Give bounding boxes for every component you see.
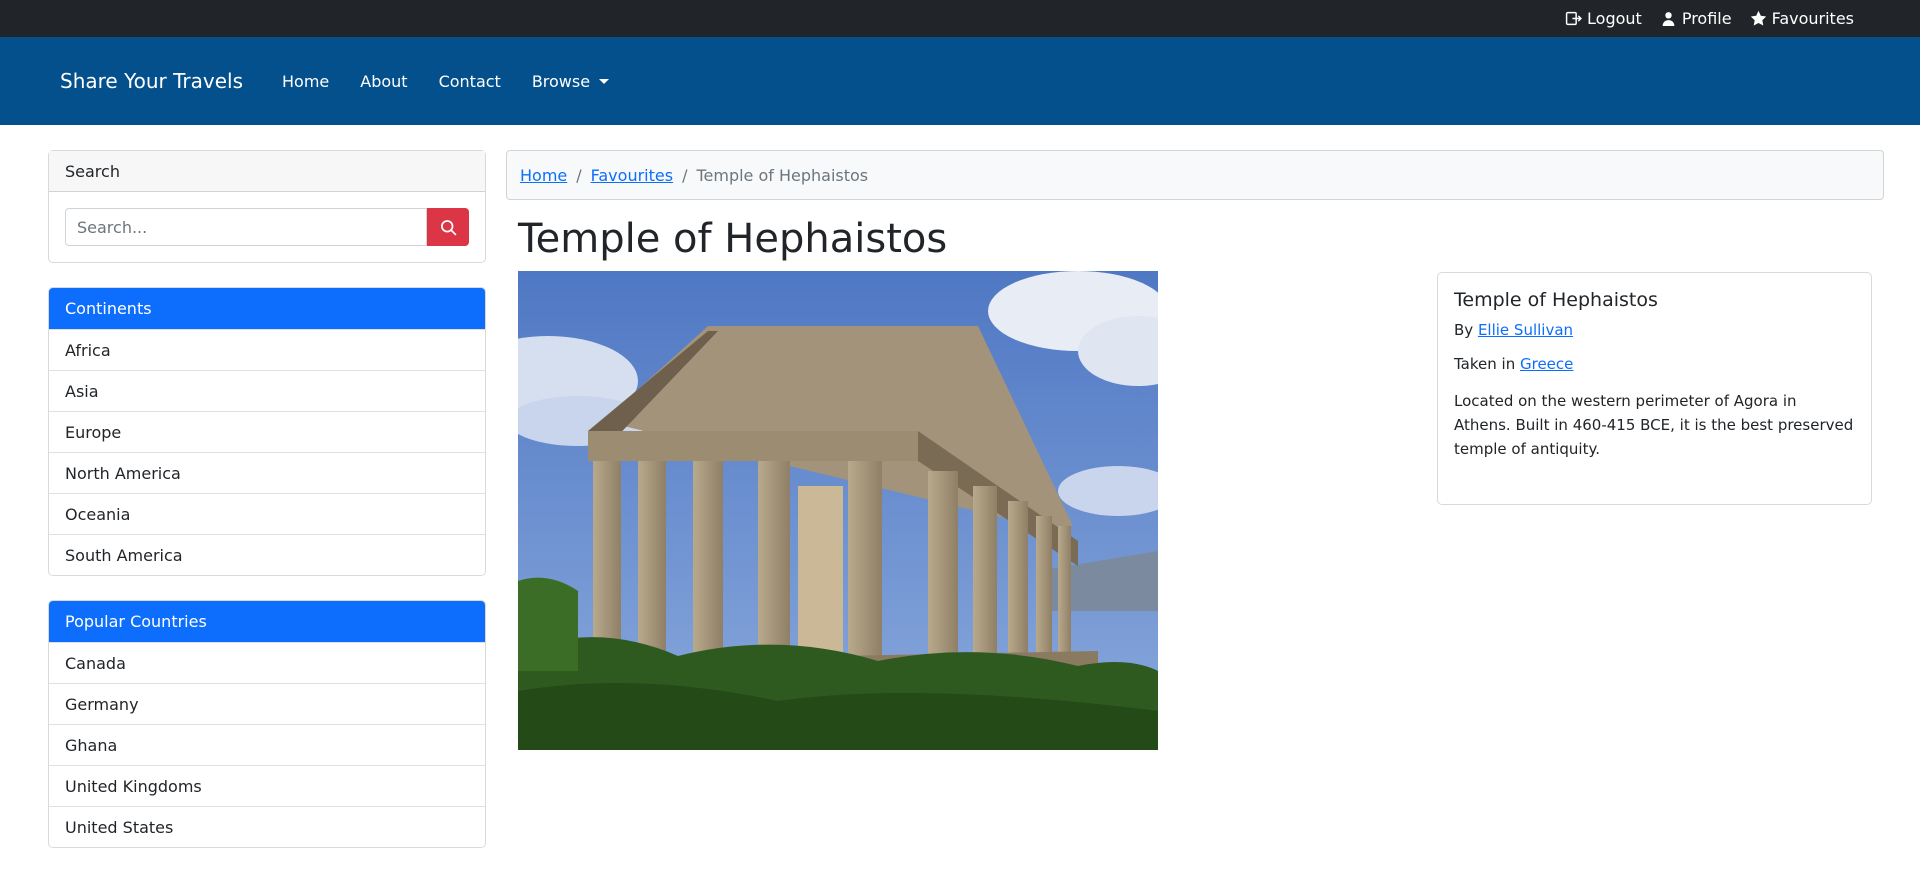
search-button[interactable] xyxy=(427,208,469,246)
by-label: By xyxy=(1454,321,1474,339)
logout-label: Logout xyxy=(1587,9,1642,28)
countries-header: Popular Countries xyxy=(49,601,485,642)
nav-contact[interactable]: Contact xyxy=(439,72,501,91)
main-navbar: Share Your Travels Home About Contact Br… xyxy=(0,37,1920,125)
photo-details-title: Temple of Hephaistos xyxy=(1454,289,1658,311)
photo-image xyxy=(518,271,1158,750)
nav-browse-dropdown[interactable]: Browse xyxy=(531,71,610,91)
continent-item-oceania[interactable]: Oceania xyxy=(49,493,485,534)
country-link[interactable]: Greece xyxy=(1520,355,1573,373)
profile-label: Profile xyxy=(1681,9,1732,28)
search-input[interactable]: Search... xyxy=(65,208,428,246)
brand-link[interactable]: Share Your Travels xyxy=(60,69,243,93)
favourites-link[interactable]: Favourites xyxy=(1750,9,1854,28)
continent-item-south-america[interactable]: South America xyxy=(49,534,485,575)
page-title: Temple of Hephaistos xyxy=(518,216,948,262)
country-item-germany[interactable]: Germany xyxy=(49,683,485,724)
photo-details-card: Temple of Hephaistos By Ellie Sullivan T… xyxy=(1437,272,1872,505)
search-form: Search... xyxy=(49,192,485,262)
photo-author-line: By Ellie Sullivan xyxy=(1454,321,1855,339)
continent-item-africa[interactable]: Africa xyxy=(49,329,485,370)
continents-list: Continents Africa Asia Europe North Amer… xyxy=(48,287,486,576)
sidebar: Search Search... Continents Africa Asia … xyxy=(48,150,486,848)
search-header: Search xyxy=(49,151,485,192)
countries-list: Popular Countries Canada Germany Ghana U… xyxy=(48,600,486,848)
breadcrumb-favourites[interactable]: Favourites xyxy=(591,166,673,185)
user-icon xyxy=(1662,12,1675,26)
breadcrumb-current: Temple of Hephaistos xyxy=(696,165,869,185)
nav-about[interactable]: About xyxy=(360,72,407,91)
search-card: Search Search... xyxy=(48,150,486,263)
photo-description: Located on the western perimeter of Agor… xyxy=(1454,392,1854,458)
country-item-united-kingdoms[interactable]: United Kingdoms xyxy=(49,765,485,806)
taken-in-label: Taken in xyxy=(1454,355,1516,373)
favourites-label: Favourites xyxy=(1771,9,1854,28)
profile-link[interactable]: Profile xyxy=(1660,9,1732,28)
nav-contact-label: Contact xyxy=(438,71,501,91)
continent-item-asia[interactable]: Asia xyxy=(49,370,485,411)
star-icon xyxy=(1750,10,1766,26)
breadcrumb-separator: / xyxy=(576,165,582,185)
logout-link[interactable]: Logout xyxy=(1565,9,1642,28)
nav-home-label: Home xyxy=(282,71,330,91)
search-icon xyxy=(440,219,457,236)
country-item-canada[interactable]: Canada xyxy=(49,642,485,683)
nav-browse-label: Browse xyxy=(531,71,591,91)
nav-about-label: About xyxy=(360,71,408,91)
caret-down-icon xyxy=(599,78,610,84)
main-content: Home / Favourites / Temple of Hephaistos… xyxy=(506,150,1884,750)
temple-photo-illustration xyxy=(518,271,1158,750)
country-item-united-states[interactable]: United States xyxy=(49,806,485,847)
breadcrumb-separator: / xyxy=(682,165,688,185)
continents-header: Continents xyxy=(49,288,485,329)
photo-location-line: Taken in Greece xyxy=(1454,355,1855,373)
continent-item-europe[interactable]: Europe xyxy=(49,411,485,452)
logout-icon xyxy=(1565,11,1583,26)
continent-item-north-america[interactable]: North America xyxy=(49,452,485,493)
nav-home[interactable]: Home xyxy=(282,72,329,91)
breadcrumb-home[interactable]: Home xyxy=(520,166,567,185)
country-item-ghana[interactable]: Ghana xyxy=(49,724,485,765)
top-utility-bar: Logout Profile Favourites xyxy=(0,0,1920,37)
author-link[interactable]: Ellie Sullivan xyxy=(1478,321,1573,339)
breadcrumb: Home / Favourites / Temple of Hephaistos xyxy=(506,150,1884,200)
